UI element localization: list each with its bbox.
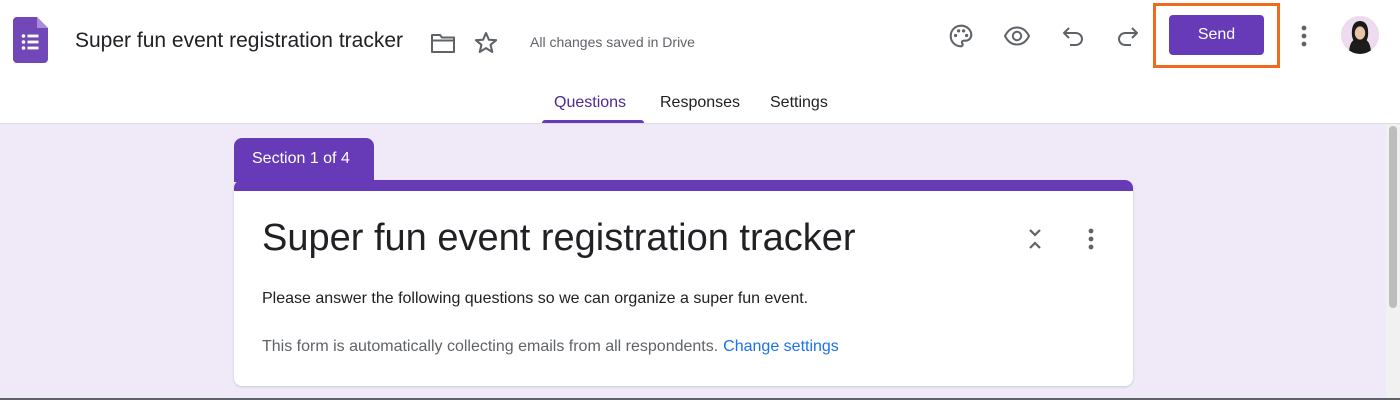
google-forms-icon[interactable]: [13, 17, 48, 63]
form-description[interactable]: Please answer the following questions so…: [262, 290, 808, 308]
email-collection-text: This form is automatically collecting em…: [262, 338, 719, 355]
email-collection-note: This form is automatically collecting em…: [262, 338, 839, 356]
section-more-vert-icon[interactable]: [1077, 224, 1105, 254]
tab-bar: Questions Responses Settings: [0, 86, 1400, 124]
save-status: All changes saved in Drive: [530, 34, 695, 50]
form-header-card[interactable]: Super fun event registration tracker Ple…: [234, 180, 1133, 386]
change-settings-link[interactable]: Change settings: [723, 338, 839, 355]
scrollbar-thumb[interactable]: [1389, 126, 1397, 308]
section-label: Section 1 of 4: [234, 138, 374, 182]
active-tab-indicator: [542, 120, 644, 123]
send-button[interactable]: Send: [1169, 15, 1264, 55]
undo-icon[interactable]: [1056, 19, 1090, 53]
redo-icon[interactable]: [1111, 19, 1145, 53]
star-icon[interactable]: [471, 28, 501, 58]
form-title[interactable]: Super fun event registration tracker: [262, 217, 856, 260]
avatar[interactable]: [1341, 16, 1379, 54]
folder-icon[interactable]: [428, 28, 458, 58]
collapse-icon[interactable]: [1020, 224, 1050, 254]
top-header: Super fun event registration tracker All…: [0, 0, 1400, 124]
eye-icon[interactable]: [1000, 19, 1034, 53]
palette-icon[interactable]: [944, 19, 978, 53]
document-title[interactable]: Super fun event registration tracker: [75, 29, 403, 53]
more-vert-icon[interactable]: [1290, 19, 1318, 53]
scrollbar[interactable]: [1386, 124, 1400, 400]
